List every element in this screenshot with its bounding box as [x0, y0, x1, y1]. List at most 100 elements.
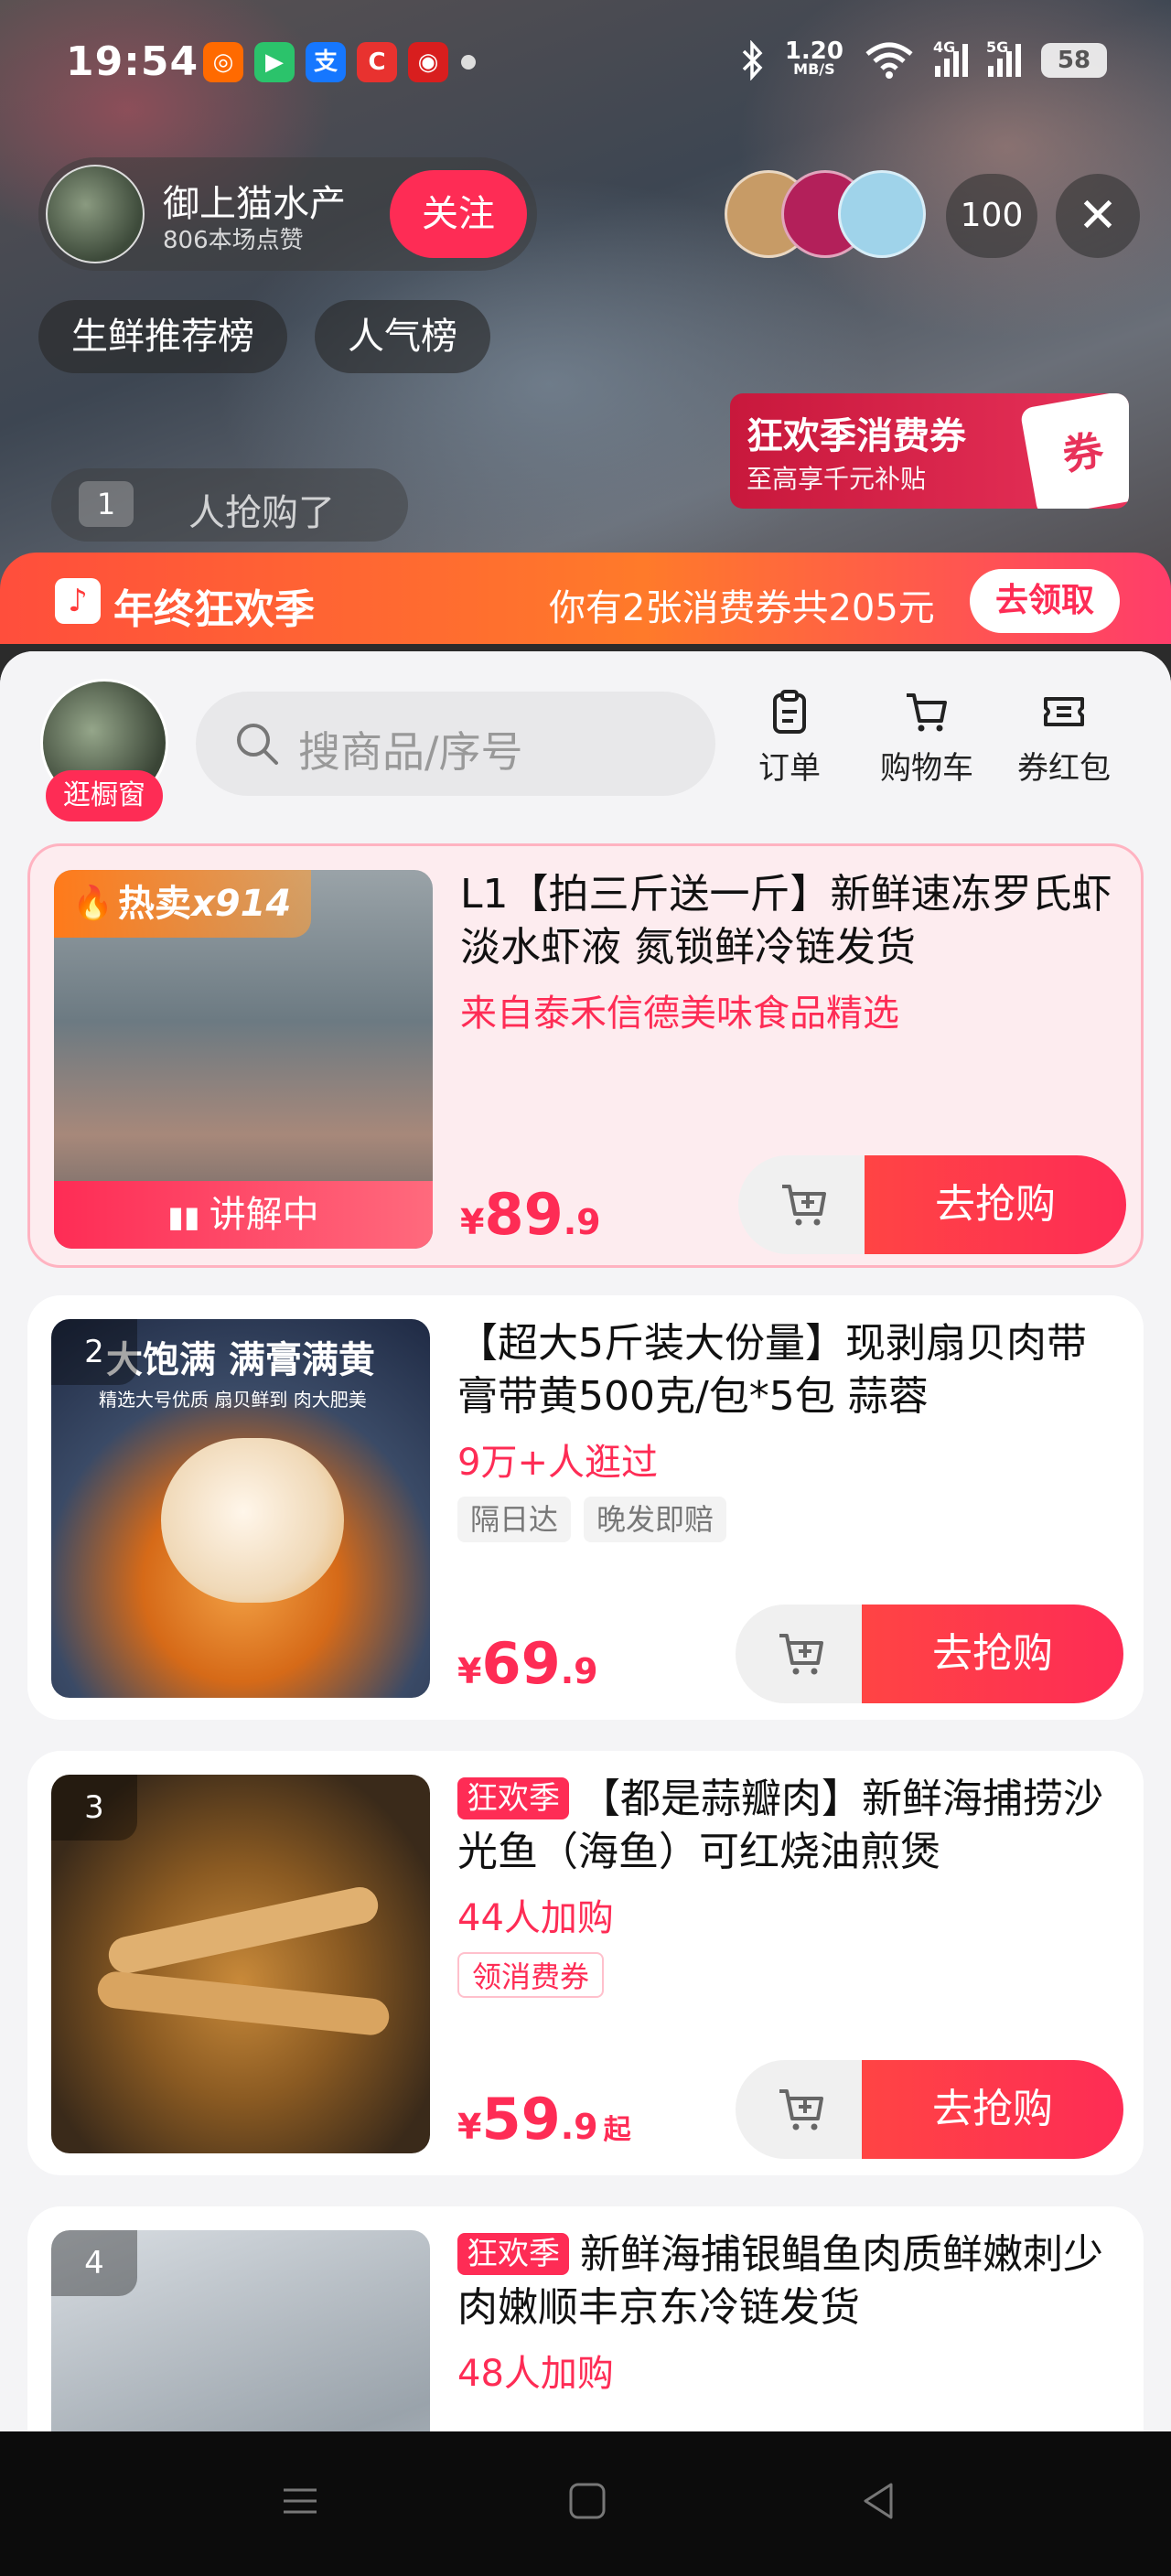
audio-bars-icon: ▮▮ — [167, 1199, 209, 1234]
tag-next-day: 隔日达 — [457, 1497, 572, 1542]
net-speed: 1.20 MB/S — [784, 38, 843, 78]
menu-icon[interactable] — [278, 2479, 322, 2523]
app-gold-icon: ◉ — [408, 42, 448, 82]
search-icon — [237, 724, 278, 765]
purchase-notice-rank: 1 — [79, 481, 134, 527]
chip-fresh-ranking[interactable]: 生鲜推荐榜 — [38, 300, 287, 373]
more-notifications-icon — [461, 55, 476, 70]
carnival-tag: 狂欢季 — [457, 2233, 569, 2275]
host-avatar[interactable] — [46, 165, 145, 263]
product-image[interactable]: 4 — [51, 2230, 430, 2431]
battery-indicator: 58 — [1041, 43, 1107, 78]
buy-now-button[interactable]: 去抢购 — [865, 1155, 1126, 1254]
close-icon[interactable]: ✕ — [1056, 174, 1140, 258]
add-cart-icon — [779, 1634, 823, 1675]
host-likes: 806本场点赞 — [163, 227, 304, 254]
product-views: 9万+人逛过 — [457, 1442, 658, 1484]
browse-showcase-badge[interactable]: 逛橱窗 — [46, 770, 163, 821]
status-bar: 19:54 ◎ ▶ 支 C ◉ 1.20 MB/S 4G 5G 58 — [0, 0, 1171, 128]
viewer-avatar[interactable] — [838, 170, 926, 258]
product-price: ¥69.9 — [457, 1630, 598, 1697]
cart-icon — [907, 693, 947, 732]
coupon-icon — [1044, 697, 1084, 726]
hot-sale-badge: 🔥 热卖x914 — [54, 870, 312, 938]
purchase-notice-text: 人抢购了 — [188, 492, 335, 534]
coupon-tags: 领消费券 — [457, 1952, 605, 1998]
promo-coupon-card[interactable]: 狂欢季消费券 至高享千元补贴 券 — [730, 393, 1129, 509]
product-card[interactable]: 4 狂欢季 新鲜海捕银鲳鱼肉质鲜嫩刺少肉嫩顺丰京东冷链发货 48人加购 — [27, 2206, 1144, 2431]
purchase-notice: 1 人抢购了 — [51, 468, 408, 542]
iqiyi-app-icon: ▶ — [254, 42, 295, 82]
status-time: 19:54 — [66, 38, 199, 85]
coupon-info: 你有2张消费券共205元 — [549, 587, 935, 629]
product-image[interactable]: 大饱满 满膏满黄 精选大号优质 扇贝鲜到 肉大肥美 2 — [51, 1319, 430, 1698]
product-source: 来自泰禾信德美味食品精选 — [460, 993, 899, 1035]
product-title[interactable]: 狂欢季 【都是蒜瓣肉】新鲜海捕捞沙光鱼（海鱼）可红烧油煎煲 — [457, 1773, 1116, 1879]
event-banner[interactable]: ♪ 年终狂欢季 你有2张消费券共205元 去领取 — [0, 553, 1171, 644]
buy-now-button[interactable]: 去抢购 — [862, 2060, 1123, 2159]
product-add-count: 44人加购 — [457, 1897, 614, 1939]
claim-coupon-button[interactable]: 去领取 — [970, 569, 1120, 633]
product-add-count: 48人加购 — [457, 2353, 614, 2395]
image-caption: 大饱满 满膏满黄 — [106, 1339, 375, 1381]
product-title[interactable]: L1【拍三斤送一斤】新鲜速冻罗氏虾 淡水虾液 氮锁鲜冷链发货 — [460, 868, 1119, 974]
fish-picture — [95, 1970, 392, 2037]
promo-subtitle: 至高享千元补贴 — [747, 464, 927, 494]
fish-picture — [105, 1884, 381, 1977]
product-title[interactable]: 【超大5斤装大份量】现剥扇贝肉带膏带黄500克/包*5包 蒜蓉 — [457, 1317, 1116, 1423]
explaining-badge: ▮▮ 讲解中 — [54, 1181, 433, 1249]
host-name: 御上猫水产 — [163, 183, 346, 225]
back-icon[interactable] — [856, 2479, 900, 2523]
clipboard-icon — [773, 690, 806, 734]
product-card[interactable]: 🔥 热卖x914 ▮▮ 讲解中 L1【拍三斤送一斤】新鲜速冻罗氏虾 淡水虾液 氮… — [27, 843, 1144, 1268]
add-cart-icon — [782, 1185, 826, 1226]
service-tags: 隔日达 晚发即赔 — [457, 1497, 727, 1542]
carnival-tag: 狂欢季 — [457, 1777, 569, 1819]
add-cart-icon — [779, 2089, 823, 2131]
app-c-icon: C — [357, 42, 397, 82]
image-subcaption: 精选大号优质 扇贝鲜到 肉大肥美 — [99, 1389, 367, 1411]
rank-badge: 3 — [51, 1775, 137, 1841]
event-title: 年终狂欢季 — [113, 586, 315, 633]
promo-title: 狂欢季消费券 — [747, 415, 966, 457]
buy-now-button[interactable]: 去抢购 — [862, 1605, 1123, 1703]
alipay-app-icon: 支 — [306, 42, 346, 82]
tag-late-compensation: 晚发即赔 — [584, 1497, 727, 1542]
bluetooth-icon — [742, 40, 763, 80]
add-to-cart-button[interactable] — [736, 1605, 873, 1703]
product-card[interactable]: 3 狂欢季 【都是蒜瓣肉】新鲜海捕捞沙光鱼（海鱼）可红烧油煎煲 44人加购 领消费… — [27, 1751, 1144, 2175]
product-title[interactable]: 狂欢季 新鲜海捕银鲳鱼肉质鲜嫩刺少肉嫩顺丰京东冷链发货 — [457, 2228, 1116, 2334]
scallop-picture — [161, 1438, 344, 1603]
douyin-logo-icon: ♪ — [55, 578, 101, 624]
product-price: ¥89.9 — [460, 1181, 601, 1248]
add-to-cart-button[interactable] — [736, 2060, 873, 2159]
product-panel: 逛橱窗 搜商品/序号 订单 购物车 券红包 🔥 热卖x914 ▮▮ 讲解中 L1… — [0, 651, 1171, 2431]
viewer-count[interactable]: 100 — [946, 174, 1037, 258]
panel-header: 逛橱窗 搜商品/序号 订单 购物车 券红包 — [0, 651, 1171, 834]
search-input[interactable]: 搜商品/序号 — [298, 719, 523, 779]
top-viewers[interactable] — [725, 170, 926, 262]
system-navigation-bar — [0, 2431, 1171, 2576]
claim-coupon-tag[interactable]: 领消费券 — [457, 1952, 605, 1998]
follow-button[interactable]: 关注 — [390, 170, 527, 258]
signal-5g: 5G — [986, 38, 1021, 77]
host-card[interactable]: 御上猫水产 806本场点赞 关注 — [38, 157, 537, 271]
search-bar[interactable]: 搜商品/序号 — [196, 692, 715, 796]
chip-popularity-ranking[interactable]: 人气榜 — [315, 300, 490, 373]
rank-badge: 4 — [51, 2230, 137, 2296]
coupon-ticket-icon: 券 — [1019, 393, 1129, 509]
rank-badge: 2 — [51, 1319, 137, 1385]
signal-4g: 4G — [933, 38, 968, 77]
wifi-icon — [865, 42, 913, 79]
product-card[interactable]: 大饱满 满膏满黄 精选大号优质 扇贝鲜到 肉大肥美 2 【超大5斤装大份量】现剥… — [27, 1295, 1144, 1720]
coupons-button[interactable]: 券红包 — [1004, 688, 1123, 788]
product-image[interactable]: 3 — [51, 1775, 430, 2153]
orders-button[interactable]: 订单 — [730, 688, 849, 788]
cart-button[interactable]: 购物车 — [867, 688, 986, 788]
product-image[interactable]: 🔥 热卖x914 ▮▮ 讲解中 — [54, 870, 433, 1249]
home-icon[interactable] — [565, 2479, 609, 2523]
add-to-cart-button[interactable] — [738, 1155, 876, 1254]
taobao-app-icon: ◎ — [203, 42, 243, 82]
fire-icon: 🔥 — [72, 885, 113, 922]
product-price: ¥59.9 起 — [457, 2086, 631, 2152]
